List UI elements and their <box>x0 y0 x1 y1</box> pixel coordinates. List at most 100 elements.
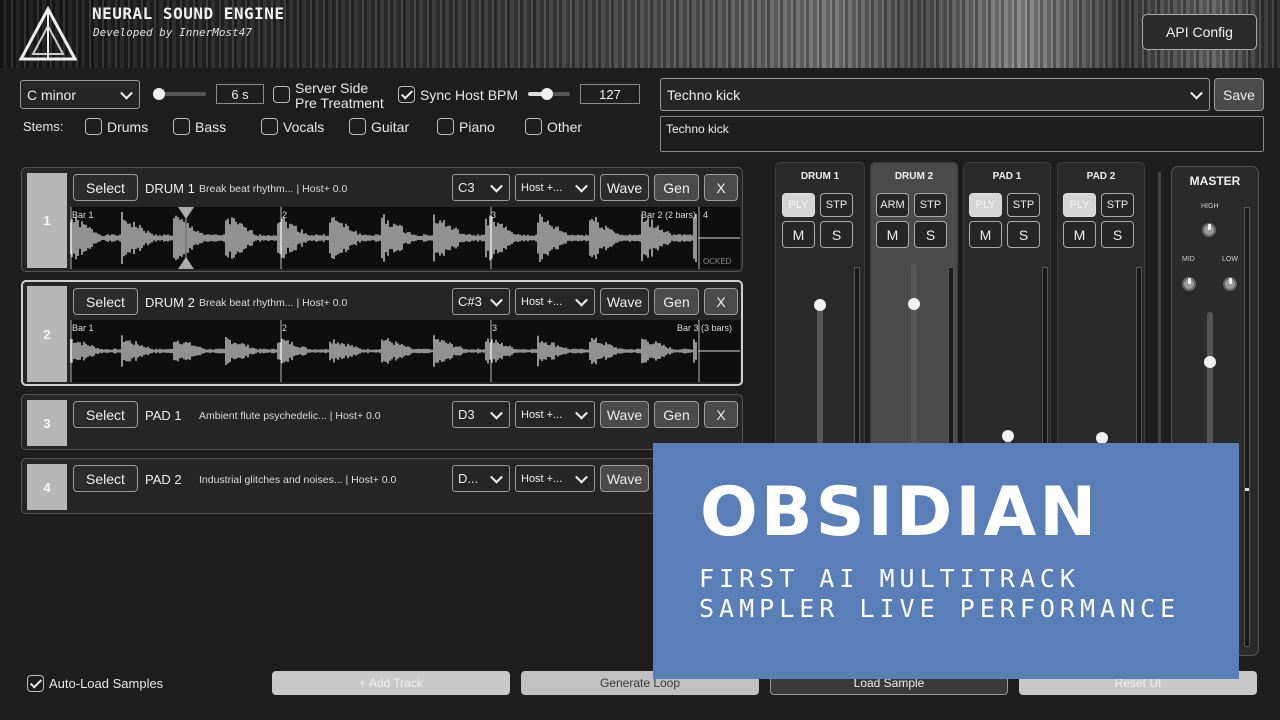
track-name: PAD 1 <box>145 408 182 423</box>
strip-title: PAD 1 <box>992 171 1022 182</box>
stem-drums-label: Drums <box>107 119 149 135</box>
mute-button[interactable]: M <box>876 221 909 248</box>
solo-button[interactable]: S <box>914 221 947 248</box>
master-meter-peak <box>1245 488 1249 491</box>
bar-marker-label: Bar 3 (3 bars) <box>677 323 733 333</box>
close-track-button[interactable]: X <box>704 401 738 428</box>
select-button[interactable]: Select <box>73 288 138 315</box>
note-select[interactable]: C3 <box>452 174 510 201</box>
app-subtitle: Developed by InnerMost47 <box>93 26 252 39</box>
solo-button[interactable]: S <box>1101 221 1134 248</box>
add-track-button[interactable]: + Add Track <box>272 671 510 695</box>
host-select[interactable]: Host +... <box>515 174 595 201</box>
mute-button[interactable]: M <box>782 221 815 248</box>
chevron-down-icon <box>490 406 503 420</box>
playhead-marker-icon[interactable] <box>178 207 194 269</box>
stems-label: Stems: <box>23 119 64 134</box>
stem-guitar-checkbox[interactable] <box>349 118 366 135</box>
gen-button[interactable]: Gen <box>654 401 699 428</box>
auto-load-checkbox[interactable] <box>27 675 44 692</box>
select-button[interactable]: Select <box>73 465 138 492</box>
arm-button[interactable]: ARM <box>876 193 909 217</box>
duration-slider-knob[interactable] <box>152 88 165 100</box>
close-track-button[interactable]: X <box>704 288 738 315</box>
host-select[interactable]: Host +... <box>515 465 595 492</box>
play-button[interactable]: PLY <box>969 193 1002 217</box>
volume-fader-knob[interactable] <box>814 299 826 311</box>
host-select[interactable]: Host +... <box>515 288 595 315</box>
note-select[interactable]: D3 <box>452 401 510 428</box>
waveform-display[interactable]: Bar 1 2 3 Bar 3 (3 bars) <box>70 320 740 382</box>
chevron-down-icon <box>120 86 133 100</box>
wave-button[interactable]: Wave <box>600 465 649 492</box>
server-side-checkbox[interactable] <box>273 86 290 103</box>
track-description: Break beat rhythm... | Host+ 0.0 <box>199 297 348 309</box>
volume-fader-knob[interactable] <box>908 298 920 310</box>
volume-fader[interactable] <box>817 301 823 461</box>
stem-piano-checkbox[interactable] <box>437 118 454 135</box>
bpm-slider-knob[interactable] <box>540 88 553 100</box>
select-button[interactable]: Select <box>73 174 138 201</box>
overlay-title: OBSIDIAN <box>700 473 1100 552</box>
track-row[interactable]: 3 Select PAD 1 Ambient flute psychedelic… <box>21 394 743 450</box>
track-row[interactable]: 2 Select DRUM 2 Break beat rhythm... | H… <box>21 280 743 386</box>
stop-button[interactable]: STP <box>1101 193 1134 217</box>
gen-button[interactable]: Gen <box>654 174 699 201</box>
mute-button[interactable]: M <box>1063 221 1096 248</box>
mute-button[interactable]: M <box>969 221 1002 248</box>
eq-high-knob[interactable] <box>1202 223 1216 237</box>
mixer-strip-pad-2: PAD 2 PLY STP M S <box>1057 162 1145 463</box>
mixer-strip-pad-1: PAD 1 PLY STP M S <box>963 162 1051 463</box>
duration-slider[interactable] <box>152 88 206 100</box>
wave-button[interactable]: Wave <box>600 288 649 315</box>
overlay-line-1: FIRST AI MULTITRACK <box>699 564 1080 593</box>
key-select[interactable]: C minor <box>20 80 140 109</box>
host-select[interactable]: Host +... <box>515 401 595 428</box>
play-button[interactable]: PLY <box>1063 193 1096 217</box>
waveform-graphic <box>70 207 740 269</box>
level-meter <box>948 267 954 463</box>
duration-value[interactable]: 6 s <box>216 84 264 104</box>
close-track-button[interactable]: X <box>704 174 738 201</box>
eq-mid-label: MID <box>1182 256 1195 263</box>
solo-button[interactable]: S <box>1007 221 1040 248</box>
master-volume-fader-knob[interactable] <box>1204 356 1216 368</box>
track-name: PAD 2 <box>145 472 182 487</box>
solo-button[interactable]: S <box>820 221 853 248</box>
level-meter <box>1042 267 1048 463</box>
sync-host-bpm-checkbox[interactable] <box>398 86 415 103</box>
save-button[interactable]: Save <box>1214 78 1264 111</box>
select-button[interactable]: Select <box>73 401 138 428</box>
prompt-preset-select[interactable]: Techno kick <box>660 78 1210 111</box>
track-row[interactable]: 1 Select DRUM 1 Break beat rhythm... | H… <box>21 167 743 272</box>
gen-button[interactable]: Gen <box>654 288 699 315</box>
note-select-value: C3 <box>458 180 475 195</box>
track-row[interactable]: 4 Select PAD 2 Industrial glitches and n… <box>21 458 743 514</box>
eq-low-knob[interactable] <box>1223 277 1237 291</box>
stop-button[interactable]: STP <box>1007 193 1040 217</box>
stem-vocals-checkbox[interactable] <box>261 118 278 135</box>
wave-button[interactable]: Wave <box>600 174 649 201</box>
eq-mid-knob[interactable] <box>1182 277 1196 291</box>
bpm-value[interactable]: 127 <box>580 84 640 104</box>
note-select[interactable]: C#3 <box>452 288 510 315</box>
volume-fader[interactable] <box>911 263 917 461</box>
stem-other-checkbox[interactable] <box>525 118 542 135</box>
volume-fader-knob[interactable] <box>1002 430 1014 442</box>
api-config-button[interactable]: API Config <box>1142 14 1257 50</box>
stem-bass-checkbox[interactable] <box>173 118 190 135</box>
play-button[interactable]: PLY <box>782 193 815 217</box>
stem-drums-checkbox[interactable] <box>85 118 102 135</box>
track-number: 1 <box>27 173 67 268</box>
prompt-text-area[interactable]: Techno kick <box>660 116 1264 152</box>
bpm-slider[interactable] <box>528 88 570 100</box>
stop-button[interactable]: STP <box>820 193 853 217</box>
track-number: 3 <box>27 400 67 446</box>
chevron-down-icon <box>575 293 588 307</box>
note-select[interactable]: D... <box>452 465 510 492</box>
wave-button[interactable]: Wave <box>600 401 649 428</box>
waveform-display[interactable]: Bar 1 2 3 Bar 2 (2 bars) 4 OCKED <box>70 207 740 269</box>
stop-button[interactable]: STP <box>914 193 947 217</box>
host-select-value: Host +... <box>521 295 563 308</box>
host-select-value: Host +... <box>521 408 563 421</box>
